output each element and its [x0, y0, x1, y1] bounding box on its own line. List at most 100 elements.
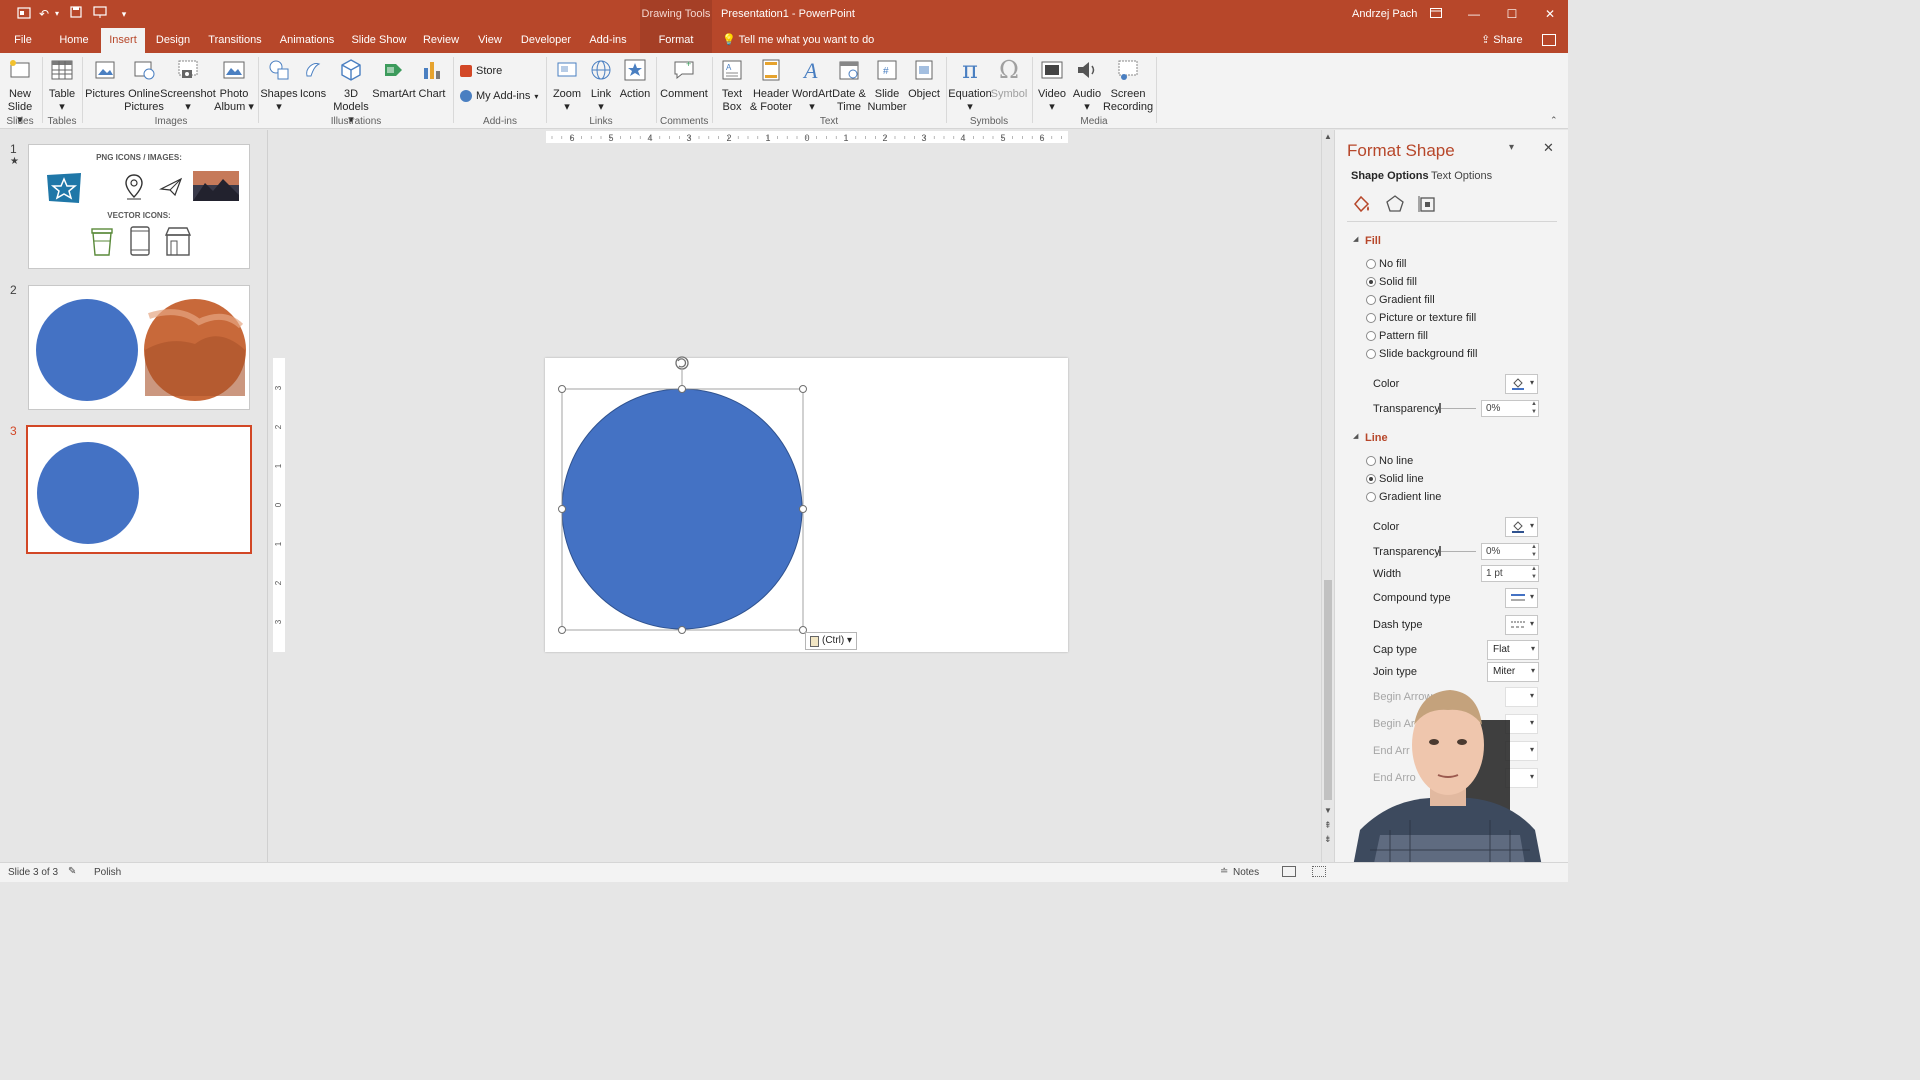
line-color-picker[interactable]: [1505, 517, 1538, 537]
compound-type-dropdown[interactable]: [1505, 588, 1538, 608]
presentation-start-icon[interactable]: [92, 6, 108, 22]
scroll-up-icon[interactable]: ▲: [1324, 132, 1332, 141]
link-button[interactable]: Link ▾: [584, 55, 618, 114]
comments-icon[interactable]: [1542, 34, 1556, 46]
fill-color-picker[interactable]: [1505, 374, 1538, 394]
tab-slide-show[interactable]: Slide Show: [348, 28, 410, 53]
radio-no-fill[interactable]: [1366, 259, 1376, 269]
user-name[interactable]: Andrzej Pach: [1352, 0, 1417, 28]
radio-no-line[interactable]: [1366, 456, 1376, 466]
fill-transparency-slider[interactable]: [1440, 408, 1476, 409]
header-footer-button[interactable]: Header & Footer: [748, 55, 794, 114]
effects-pentagon-icon[interactable]: [1385, 194, 1405, 214]
tab-file[interactable]: File: [8, 28, 38, 53]
tab-text-options[interactable]: Text Options: [1431, 170, 1492, 182]
paste-options-button[interactable]: (Ctrl) ▾: [805, 632, 858, 650]
close-window-icon[interactable]: ✕: [1532, 0, 1568, 28]
maximize-icon[interactable]: ☐: [1494, 0, 1530, 28]
wordart-button[interactable]: A WordArt ▾: [792, 55, 832, 114]
minimize-icon[interactable]: —: [1456, 0, 1492, 28]
resize-handle-left[interactable]: [558, 505, 566, 513]
fill-collapse-icon[interactable]: ◢: [1353, 235, 1358, 243]
line-width-spinner[interactable]: ▲ ▼: [1531, 565, 1537, 581]
date-time-button[interactable]: Date & Time: [830, 55, 868, 114]
share-button[interactable]: ⇪ Share: [1481, 28, 1523, 53]
pane-options-dropdown-icon[interactable]: ▾: [1509, 142, 1514, 153]
undo-dropdown-icon[interactable]: ▾: [52, 6, 62, 22]
join-type-dropdown[interactable]: Miter: [1487, 662, 1539, 682]
fill-line-icon[interactable]: [1351, 194, 1373, 214]
ribbon-display-options-icon[interactable]: [1418, 0, 1454, 28]
radio-pattern-fill[interactable]: [1366, 331, 1376, 341]
radio-picture-fill[interactable]: [1366, 313, 1376, 323]
close-pane-icon[interactable]: ✕: [1543, 140, 1554, 156]
spelling-check-icon[interactable]: ✎: [68, 866, 76, 877]
resize-handle-top-left[interactable]: [558, 385, 566, 393]
tell-me-search[interactable]: 💡 Tell me what you want to do: [722, 28, 874, 53]
action-button[interactable]: Action: [618, 55, 652, 101]
normal-view-icon[interactable]: [1282, 866, 1296, 877]
audio-button[interactable]: Audio ▾: [1070, 55, 1104, 114]
selected-circle-shape[interactable]: [561, 388, 803, 630]
video-button[interactable]: Video ▾: [1036, 55, 1068, 114]
save-icon[interactable]: [68, 6, 84, 22]
line-transparency-slider-thumb[interactable]: [1439, 546, 1441, 556]
radio-gradient-fill[interactable]: [1366, 295, 1376, 305]
tab-developer[interactable]: Developer: [518, 28, 574, 53]
vertical-ruler[interactable]: 3 2 1 0 1 2 3: [273, 358, 285, 652]
rotate-handle-icon[interactable]: [675, 356, 689, 370]
pictures-button[interactable]: Pictures: [85, 55, 125, 101]
slide-sorter-icon[interactable]: [1312, 866, 1326, 877]
fill-transparency-spinner[interactable]: ▲ ▼: [1531, 400, 1537, 416]
object-button[interactable]: Object: [906, 55, 942, 101]
tab-animations[interactable]: Animations: [276, 28, 338, 53]
tab-review[interactable]: Review: [420, 28, 462, 53]
customize-qat-icon[interactable]: ▾: [116, 6, 132, 22]
language-indicator[interactable]: Polish: [94, 867, 121, 878]
undo-icon[interactable]: ↶: [36, 6, 52, 22]
store-button[interactable]: Store: [460, 65, 502, 77]
radio-gradient-line[interactable]: [1366, 492, 1376, 502]
chart-button[interactable]: Chart: [416, 55, 448, 101]
tab-design[interactable]: Design: [152, 28, 194, 53]
line-transparency-slider[interactable]: [1440, 551, 1476, 552]
table-button[interactable]: Table ▾: [46, 55, 78, 114]
dash-type-dropdown[interactable]: [1505, 615, 1538, 635]
slide-thumbnail-1[interactable]: PNG ICONS / IMAGES: VECTOR ICONS:: [28, 144, 250, 269]
tab-insert[interactable]: Insert: [101, 28, 145, 53]
tab-view[interactable]: View: [472, 28, 508, 53]
text-box-button[interactable]: A Text Box: [716, 55, 748, 114]
slide-number-button[interactable]: # Slide Number: [867, 55, 907, 114]
horizontal-ruler[interactable]: 6 5 4 3 2 1 0 1 2 3 4 5 6: [546, 131, 1068, 143]
notes-button[interactable]: Notes: [1233, 867, 1259, 878]
shapes-button[interactable]: Shapes ▾: [260, 55, 298, 114]
powerpoint-icon[interactable]: [16, 6, 32, 22]
screenshot-button[interactable]: Screenshot ▾: [160, 55, 216, 114]
photo-album-button[interactable]: Photo Album ▾: [214, 55, 254, 114]
resize-handle-bottom-left[interactable]: [558, 626, 566, 634]
zoom-button[interactable]: Zoom ▾: [550, 55, 584, 114]
line-transparency-spinner[interactable]: ▲ ▼: [1531, 543, 1537, 559]
tab-add-ins[interactable]: Add-ins: [584, 28, 632, 53]
fill-section-title[interactable]: Fill: [1365, 235, 1381, 247]
screen-recording-button[interactable]: Screen Recording: [1103, 55, 1153, 114]
comment-button[interactable]: + Comment: [660, 55, 708, 101]
line-section-title[interactable]: Line: [1365, 432, 1388, 444]
radio-solid-fill[interactable]: [1366, 277, 1376, 287]
line-collapse-icon[interactable]: ◢: [1353, 432, 1358, 440]
resize-handle-right[interactable]: [799, 505, 807, 513]
tab-home[interactable]: Home: [54, 28, 94, 53]
collapse-ribbon-icon[interactable]: ⌃: [1550, 115, 1558, 126]
size-properties-icon[interactable]: [1417, 194, 1437, 214]
smartart-button[interactable]: SmartArt: [372, 55, 416, 101]
online-pictures-button[interactable]: Online Pictures: [124, 55, 164, 114]
tab-transitions[interactable]: Transitions: [204, 28, 266, 53]
radio-slide-background-fill[interactable]: [1366, 349, 1376, 359]
slide-thumbnail-2[interactable]: [28, 285, 250, 410]
resize-handle-top-right[interactable]: [799, 385, 807, 393]
resize-handle-top[interactable]: [678, 385, 686, 393]
current-slide[interactable]: (Ctrl) ▾: [545, 356, 1068, 652]
tab-format[interactable]: Format: [640, 28, 712, 53]
my-addins-button[interactable]: My Add-ins ▾: [460, 90, 538, 102]
equation-button[interactable]: π Equation ▾: [948, 55, 991, 114]
